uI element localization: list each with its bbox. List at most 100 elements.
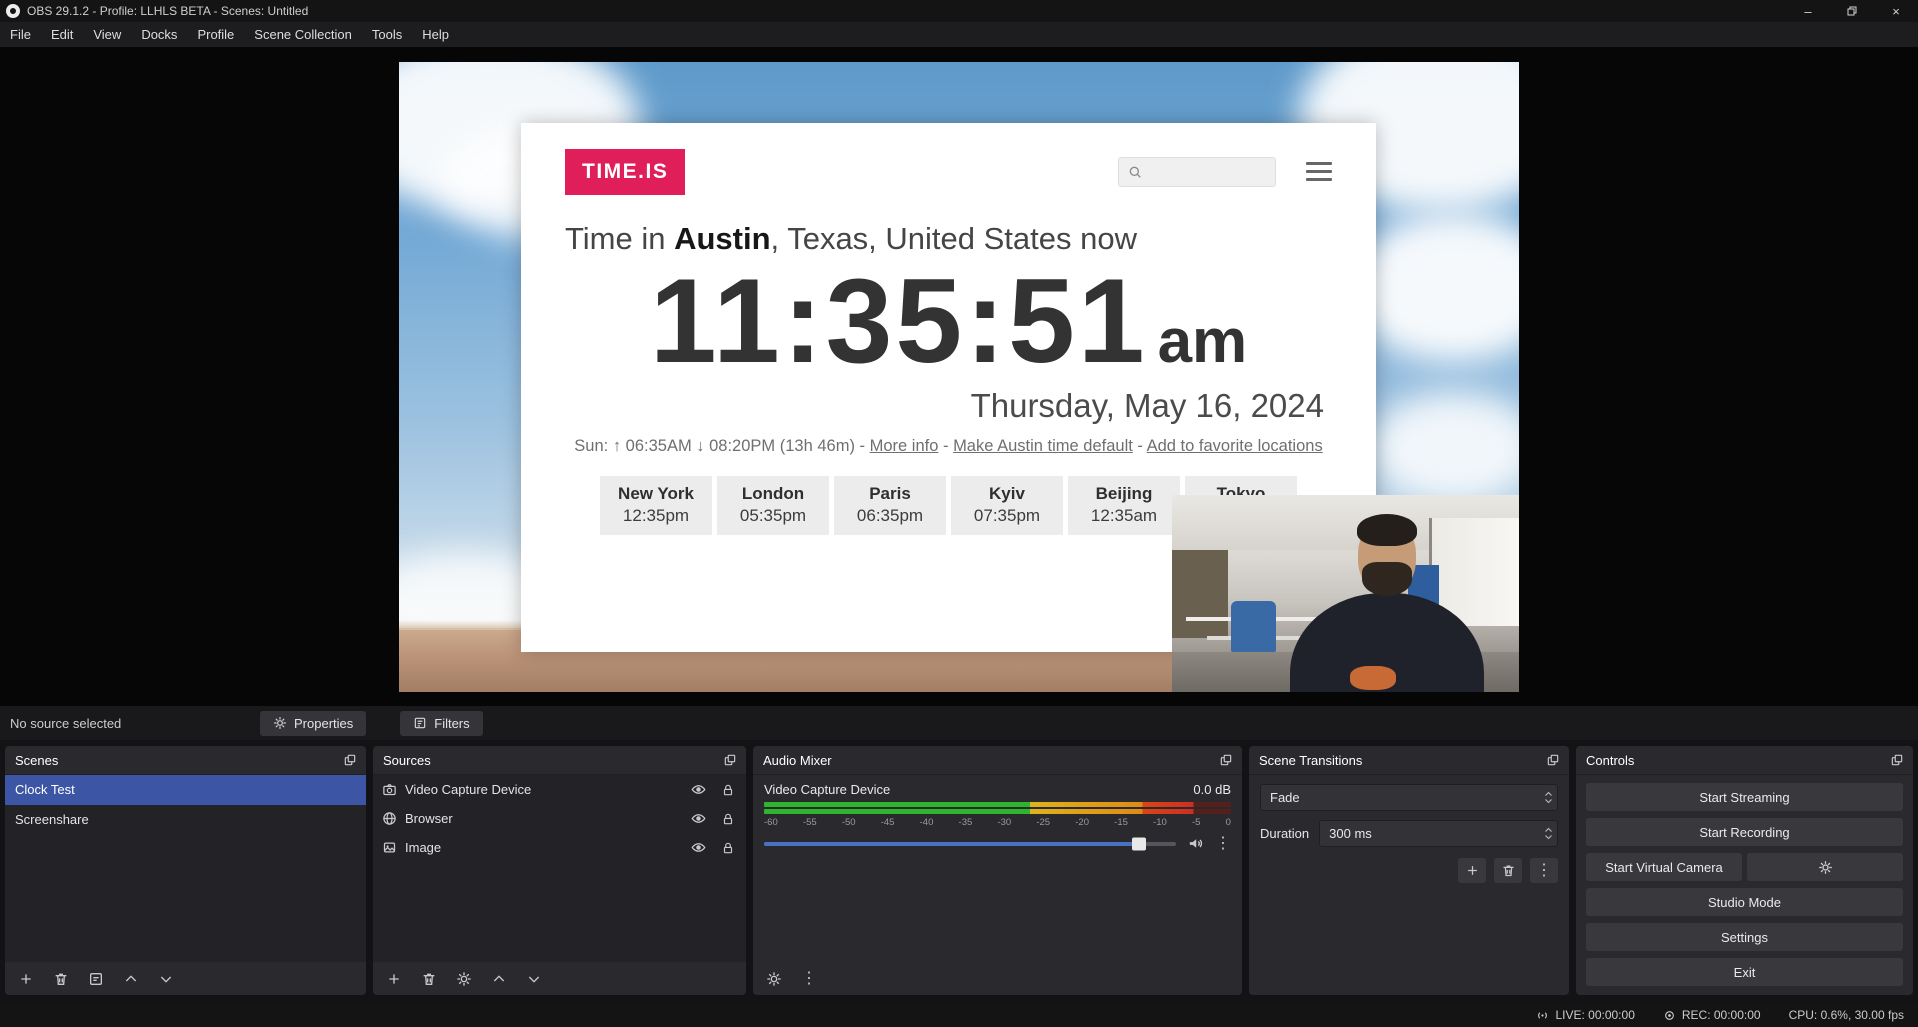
add-transition-button[interactable] (1458, 858, 1486, 883)
visibility-icon[interactable] (691, 811, 706, 826)
audio-mixer-title: Audio Mixer (763, 753, 832, 768)
live-timer: LIVE: 00:00:00 (1555, 1008, 1634, 1022)
start-virtual-camera-button[interactable]: Start Virtual Camera (1586, 853, 1742, 881)
mixer-toolbar: ⋮ (753, 962, 1242, 995)
lock-icon[interactable] (721, 783, 735, 797)
sun-info-line: Sun: ↑ 06:35AM ↓ 08:20PM (13h 46m) - Mor… (521, 437, 1376, 456)
source-actions-toolbar: No source selected Properties Filters (0, 706, 1918, 740)
scenes-list: Clock Test Screenshare (5, 775, 366, 962)
source-row-browser[interactable]: Browser (373, 804, 746, 833)
clock-city: Kyiv (951, 484, 1063, 504)
heading-prefix: Time in (565, 221, 674, 256)
duration-input[interactable]: 300 ms (1319, 820, 1558, 847)
mute-button[interactable] (1187, 835, 1204, 852)
menu-docks[interactable]: Docks (131, 22, 187, 47)
separator: - (1133, 437, 1147, 455)
scale-tick: -15 (1114, 817, 1128, 828)
minimize-button[interactable]: – (1786, 0, 1830, 22)
transition-options-button[interactable]: ⋮ (1530, 858, 1558, 883)
move-source-up-button[interactable] (491, 971, 507, 987)
visibility-icon[interactable] (691, 840, 706, 855)
clock-time: 05:35pm (717, 506, 829, 526)
spinner-arrows-icon[interactable] (1544, 827, 1553, 840)
popout-icon[interactable] (723, 753, 737, 767)
move-scene-down-button[interactable] (158, 971, 174, 987)
virtual-camera-config-button[interactable] (1747, 853, 1903, 881)
close-button[interactable]: × (1874, 0, 1918, 22)
popout-icon[interactable] (1219, 753, 1233, 767)
webcam-cabinet (1172, 550, 1228, 639)
menu-help[interactable]: Help (412, 22, 459, 47)
restore-button[interactable] (1830, 0, 1874, 22)
volume-slider-handle[interactable] (1132, 837, 1146, 850)
start-recording-button[interactable]: Start Recording (1586, 818, 1903, 846)
scene-filters-button[interactable] (88, 971, 104, 987)
person-beard (1362, 562, 1412, 596)
advanced-audio-button[interactable] (766, 971, 782, 987)
webcam-source[interactable] (1172, 495, 1519, 692)
scene-transitions-header[interactable]: Scene Transitions (1249, 746, 1569, 775)
audio-mixer-body: Video Capture Device 0.0 dB -60 -55 -50 … (753, 775, 1242, 995)
cloud (1369, 392, 1519, 502)
audio-mixer-header[interactable]: Audio Mixer (753, 746, 1242, 775)
filters-icon (413, 716, 427, 730)
scale-tick: -35 (959, 817, 973, 828)
add-source-button[interactable] (386, 971, 402, 987)
visibility-icon[interactable] (691, 782, 706, 797)
lock-icon[interactable] (721, 812, 735, 826)
properties-button[interactable]: Properties (260, 711, 366, 736)
add-scene-button[interactable] (18, 971, 34, 987)
remove-source-button[interactable] (421, 971, 437, 987)
clock-time: 06:35pm (834, 506, 946, 526)
orange-object (1350, 666, 1396, 690)
preview-canvas[interactable]: TIME.IS Time in Austin, Texas, United St… (399, 62, 1519, 692)
scene-item-screenshare[interactable]: Screenshare (5, 805, 366, 835)
menu-scene-collection[interactable]: Scene Collection (244, 22, 362, 47)
menu-profile[interactable]: Profile (187, 22, 244, 47)
move-scene-up-button[interactable] (123, 971, 139, 987)
clock-city: New York (600, 484, 712, 504)
image-icon (382, 840, 397, 855)
volume-slider-fill (764, 842, 1139, 846)
scenes-panel-title: Scenes (15, 753, 58, 768)
remove-transition-button[interactable] (1494, 858, 1522, 883)
settings-button[interactable]: Settings (1586, 923, 1903, 951)
popout-icon[interactable] (343, 753, 357, 767)
controls-panel: Controls Start Streaming Start Recording… (1576, 746, 1913, 995)
menu-tools[interactable]: Tools (362, 22, 412, 47)
menu-file[interactable]: File (0, 22, 41, 47)
controls-panel-header[interactable]: Controls (1576, 746, 1913, 775)
popout-icon[interactable] (1546, 753, 1560, 767)
volume-slider[interactable] (764, 842, 1176, 846)
menu-bar: File Edit View Docks Profile Scene Colle… (0, 22, 1918, 47)
source-row-image[interactable]: Image (373, 833, 746, 862)
status-bar: LIVE: 00:00:00 REC: 00:00:00 CPU: 0.6%, … (0, 1003, 1918, 1027)
source-properties-button[interactable] (456, 971, 472, 987)
source-row-video-capture[interactable]: Video Capture Device (373, 775, 746, 804)
lock-icon[interactable] (721, 841, 735, 855)
timeis-search-box (1118, 157, 1276, 187)
exit-button[interactable]: Exit (1586, 958, 1903, 986)
mixer-source-options-button[interactable]: ⋮ (1215, 836, 1231, 852)
clock-time: 07:35pm (951, 506, 1063, 526)
make-default-link: Make Austin time default (953, 437, 1133, 455)
sources-panel-header[interactable]: Sources (373, 746, 746, 775)
scene-transitions-body: Fade Duration 300 ms (1249, 775, 1569, 995)
scene-item-clock-test[interactable]: Clock Test (5, 775, 366, 805)
studio-mode-button[interactable]: Studio Mode (1586, 888, 1903, 916)
menu-edit[interactable]: Edit (41, 22, 83, 47)
menu-view[interactable]: View (83, 22, 131, 47)
start-streaming-button[interactable]: Start Streaming (1586, 783, 1903, 811)
filters-label: Filters (434, 716, 469, 731)
docks-area: Scenes Clock Test Screenshare Sources (0, 740, 1918, 1003)
source-label: Video Capture Device (405, 782, 531, 797)
move-source-down-button[interactable] (526, 971, 542, 987)
live-status: LIVE: 00:00:00 (1536, 1008, 1634, 1022)
popout-icon[interactable] (1890, 753, 1904, 767)
filters-button[interactable]: Filters (400, 711, 482, 736)
rec-status: REC: 00:00:00 (1663, 1008, 1761, 1022)
mixer-options-button[interactable]: ⋮ (801, 971, 817, 987)
remove-scene-button[interactable] (53, 971, 69, 987)
scenes-panel-header[interactable]: Scenes (5, 746, 366, 775)
transition-select[interactable]: Fade (1260, 784, 1558, 811)
